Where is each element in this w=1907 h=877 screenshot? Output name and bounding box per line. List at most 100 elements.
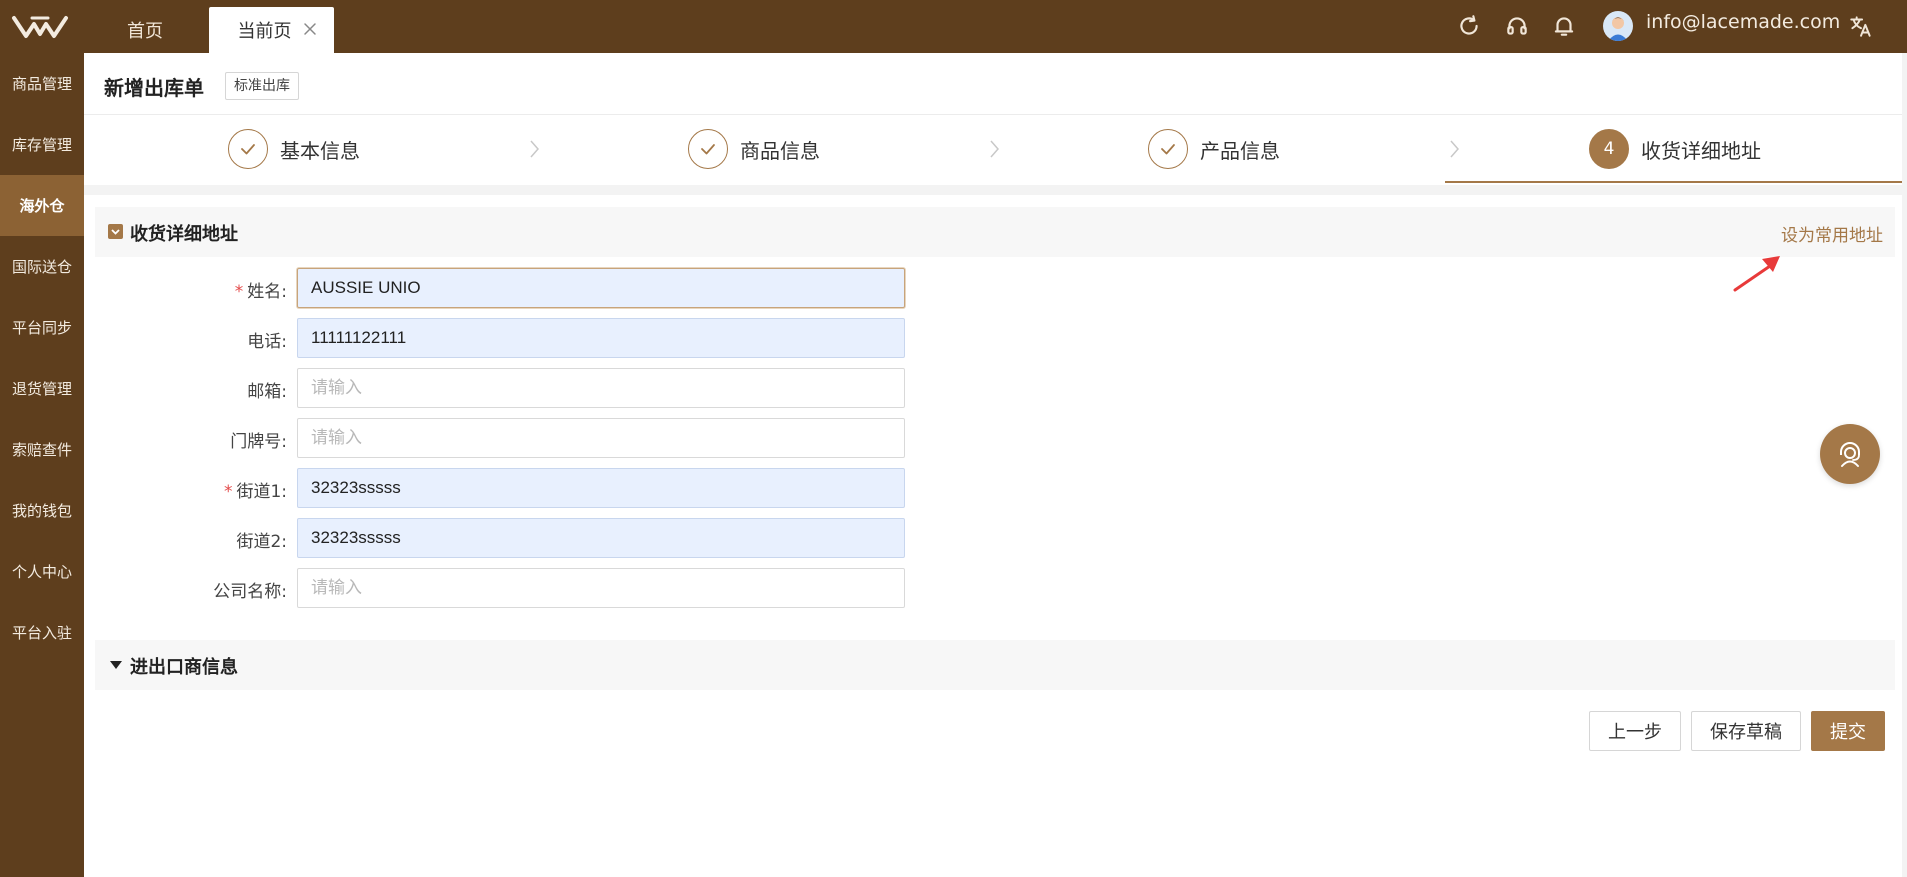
sidebar-item-label: 平台同步	[11, 319, 72, 337]
field-label-text: 街道1:	[236, 482, 287, 502]
check-icon	[1148, 129, 1188, 169]
sidebar-item-wallet[interactable]: 我的钱包	[0, 480, 84, 541]
save-draft-button[interactable]: 保存草稿	[1691, 711, 1801, 751]
field-label-email: 邮箱:	[247, 377, 287, 402]
user-avatar-icon	[1608, 17, 1628, 41]
field-row-email: 邮箱:	[84, 368, 1084, 408]
step-item-info[interactable]: 产品信息	[1148, 127, 1280, 171]
check-icon	[228, 129, 268, 169]
step-number: 4	[1589, 129, 1629, 169]
step-shipping-address[interactable]: 4 收货详细地址	[1589, 127, 1761, 171]
name-input[interactable]	[297, 268, 905, 308]
step-basic-info[interactable]: 基本信息	[228, 127, 360, 171]
previous-step-button[interactable]: 上一步	[1589, 711, 1681, 751]
sidebar-item-claims[interactable]: 索赔查件	[0, 419, 84, 480]
field-row-street1: * 街道1:	[84, 468, 1084, 508]
required-mark: *	[234, 282, 244, 302]
field-label-text: 门牌号:	[230, 432, 287, 452]
chevron-right-icon	[1450, 140, 1459, 158]
sidebar: 商品管理 库存管理 海外仓 国际送仓 平台同步 退货管理 索赔查件 我的钱包 个…	[0, 53, 84, 877]
collapse-icon[interactable]	[108, 224, 123, 239]
step-label: 收货详细地址	[1641, 138, 1761, 163]
sidebar-item-product-management[interactable]: 商品管理	[0, 53, 84, 114]
sidebar-item-label: 平台入驻	[11, 624, 72, 642]
street2-input[interactable]	[297, 518, 905, 558]
translate-icon[interactable]	[1848, 13, 1874, 39]
field-row-street2: 街道2:	[84, 518, 1084, 558]
step-progress: 基本信息 商品信息 产品信息 4 收货详细地址	[84, 115, 1907, 185]
chevron-right-icon	[530, 140, 539, 158]
user-email[interactable]: info@lacemade.com	[1646, 11, 1840, 33]
tab-home-label: 首页	[127, 21, 163, 42]
avatar[interactable]	[1603, 11, 1633, 41]
email-input[interactable]	[297, 368, 905, 408]
field-label-text: 街道2:	[236, 532, 287, 552]
step-label: 商品信息	[740, 138, 820, 163]
field-label-house-number: 门牌号:	[230, 427, 287, 452]
sidebar-item-returns[interactable]: 退货管理	[0, 358, 84, 419]
caret-down-icon[interactable]	[110, 661, 122, 669]
sidebar-item-label: 索赔查件	[11, 441, 72, 459]
top-bar: 首页 当前页 info@lacemade.com	[0, 0, 1907, 53]
sidebar-item-inventory-management[interactable]: 库存管理	[0, 114, 84, 175]
close-icon[interactable]	[302, 21, 318, 37]
field-label-street1: * 街道1:	[224, 477, 287, 502]
sidebar-item-label: 海外仓	[19, 197, 65, 215]
sidebar-item-label: 个人中心	[11, 563, 72, 581]
page-title: 新增出库单	[104, 76, 204, 100]
page-header: 新增出库单 标准出库	[84, 53, 1907, 115]
outbound-type-badge: 标准出库	[225, 72, 299, 100]
address-section-header: 收货详细地址 设为常用地址	[95, 207, 1895, 257]
field-label-text: 邮箱:	[247, 382, 287, 402]
sidebar-item-label: 商品管理	[11, 75, 72, 93]
sidebar-item-label: 国际送仓	[11, 258, 72, 276]
field-label-text: 电话:	[247, 332, 287, 352]
annotation-arrow-icon	[1733, 256, 1780, 292]
street1-input[interactable]	[297, 468, 905, 508]
field-row-name: * 姓名:	[84, 268, 1084, 308]
field-row-house-number: 门牌号:	[84, 418, 1084, 458]
step-product-info[interactable]: 商品信息	[688, 127, 820, 171]
sidebar-item-international-shipping[interactable]: 国际送仓	[0, 236, 84, 297]
tab-home[interactable]: 首页	[90, 7, 200, 53]
company-name-input[interactable]	[297, 568, 905, 608]
sidebar-item-label: 库存管理	[11, 136, 72, 154]
tab-current-label: 当前页	[237, 21, 292, 42]
field-label-phone: 电话:	[247, 327, 287, 352]
field-label-text: 公司名称:	[213, 582, 287, 602]
step-label: 产品信息	[1200, 138, 1280, 163]
sidebar-item-label: 我的钱包	[11, 502, 72, 520]
field-row-company: 公司名称:	[84, 568, 1084, 608]
field-row-phone: 电话:	[84, 318, 1084, 358]
section-title: 进出口商信息	[130, 657, 238, 678]
scrollbar[interactable]	[1902, 53, 1907, 877]
check-icon	[688, 129, 728, 169]
set-default-address-link[interactable]: 设为常用地址	[1781, 221, 1883, 246]
field-label-text: 姓名:	[247, 282, 287, 302]
required-mark: *	[223, 482, 233, 502]
submit-button[interactable]: 提交	[1811, 711, 1885, 751]
divider-band	[84, 185, 1907, 195]
sidebar-item-overseas-warehouse[interactable]: 海外仓	[0, 175, 84, 236]
sidebar-item-platform-onboarding[interactable]: 平台入驻	[0, 602, 84, 663]
field-label-name: * 姓名:	[235, 277, 287, 302]
headset-icon[interactable]	[1504, 13, 1530, 39]
field-label-street2: 街道2:	[236, 527, 287, 552]
sidebar-item-personal-center[interactable]: 个人中心	[0, 541, 84, 602]
active-step-underline	[1445, 181, 1907, 183]
field-label-company: 公司名称:	[213, 577, 287, 602]
refresh-icon[interactable]	[1456, 13, 1482, 39]
section-title: 收货详细地址	[130, 224, 238, 245]
chevron-right-icon	[990, 140, 999, 158]
support-agent-icon	[1840, 442, 1860, 467]
step-label: 基本信息	[280, 138, 360, 163]
bell-icon[interactable]	[1551, 13, 1577, 39]
importer-section-header[interactable]: 进出口商信息	[95, 640, 1895, 690]
sidebar-item-label: 退货管理	[11, 380, 72, 398]
phone-input[interactable]	[297, 318, 905, 358]
house-number-input[interactable]	[297, 418, 905, 458]
sidebar-item-platform-sync[interactable]: 平台同步	[0, 297, 84, 358]
logo-icon[interactable]	[10, 10, 70, 44]
customer-support-button[interactable]	[1820, 424, 1880, 484]
tab-current-page[interactable]: 当前页	[209, 7, 334, 53]
